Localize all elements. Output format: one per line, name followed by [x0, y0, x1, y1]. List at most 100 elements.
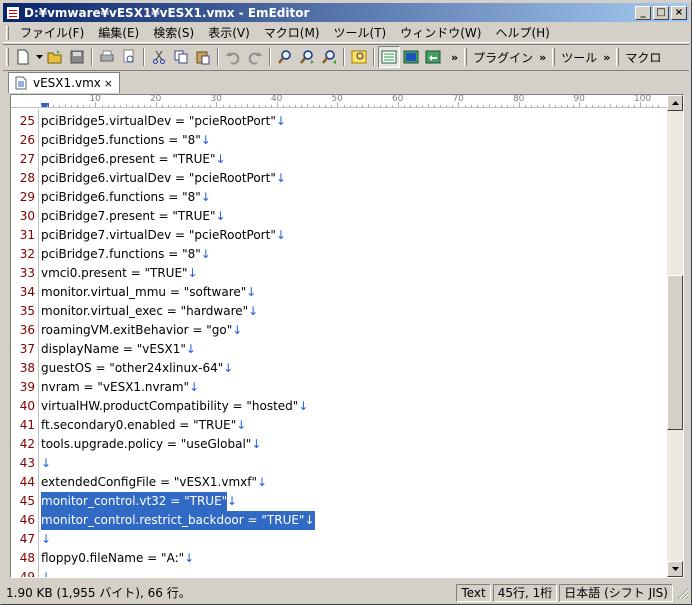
line-text[interactable]: pciBridge7.present = "TRUE"↓ [41, 207, 226, 226]
menu-view[interactable]: 表示(V) [201, 24, 257, 41]
minimize-button[interactable]: _ [635, 5, 651, 20]
editor-line[interactable]: 32 pciBridge7.functions = "8"↓ [11, 245, 667, 264]
editor-line[interactable]: 25 pciBridge5.virtualDev = "pcieRootPort"… [11, 112, 667, 131]
tab-vesx1-vmx[interactable]: vESX1.vmx × [8, 72, 120, 93]
editor-line[interactable]: 29 pciBridge6.functions = "8"↓ [11, 188, 667, 207]
editor-line[interactable]: 43 ↓ [11, 454, 667, 473]
save-icon[interactable] [66, 46, 88, 68]
editor-line[interactable]: 48 floppy0.fileName = "A:"↓ [11, 549, 667, 568]
plugins-overflow-chevron[interactable]: » [536, 51, 549, 64]
status-position[interactable]: 45行, 1桁 [492, 583, 558, 602]
plugins-toolbar-label[interactable]: プラグイン [470, 49, 536, 66]
macro-toolbar-label[interactable]: マクロ [622, 49, 664, 66]
view-icon-2[interactable] [400, 46, 422, 68]
line-text[interactable]: tools.upgrade.policy = "useGlobal"↓ [41, 435, 261, 454]
maximize-button[interactable]: □ [653, 5, 669, 20]
scroll-thumb[interactable] [667, 275, 683, 430]
editor-line[interactable]: 47 ↓ [11, 530, 667, 549]
editor-line[interactable]: 34 monitor.virtual_mmu = "software"↓ [11, 283, 667, 302]
resize-grip-icon[interactable] [675, 586, 689, 600]
line-text[interactable]: pciBridge7.virtualDev = "pcieRootPort"↓ [41, 226, 286, 245]
editor-line[interactable]: 30 pciBridge7.present = "TRUE"↓ [11, 207, 667, 226]
editor-line[interactable]: 45 monitor_control.vt32 = "TRUE" ↓ [11, 492, 667, 511]
editor-line[interactable]: 33 vmci0.present = "TRUE"↓ [11, 264, 667, 283]
line-text[interactable]: pciBridge6.functions = "8"↓ [41, 188, 211, 207]
toolbar-overflow-chevron[interactable]: » [448, 51, 461, 64]
status-mode[interactable]: Text [456, 583, 491, 602]
line-text[interactable]: extendedConfigFile = "vESX1.vmxf"↓ [41, 473, 267, 492]
tools-toolbar-label[interactable]: ツール [558, 49, 600, 66]
editor-line[interactable]: 46 monitor_control.restrict_backdoor = "T… [11, 511, 667, 530]
line-text[interactable]: monitor.virtual_exec = "hardware"↓ [41, 302, 258, 321]
menu-help[interactable]: ヘルプ(H) [488, 24, 556, 41]
editor-line[interactable]: 37 displayName = "vESX1"↓ [11, 340, 667, 359]
line-text[interactable]: roamingVM.exitBehavior = "go"↓ [41, 321, 242, 340]
find-icon[interactable] [274, 46, 296, 68]
line-text[interactable]: floppy0.fileName = "A:"↓ [41, 549, 194, 568]
scroll-up-button[interactable] [667, 95, 683, 111]
title-bar[interactable]: D:¥vmware¥vESX1¥vESX1.vmx - EmEditor _ □… [3, 3, 689, 22]
line-text[interactable]: ft.secondary0.enabled = "TRUE"↓ [41, 416, 246, 435]
editor-line[interactable]: 42 tools.upgrade.policy = "useGlobal"↓ [11, 435, 667, 454]
line-text[interactable]: pciBridge7.functions = "8"↓ [41, 245, 211, 264]
scroll-down-button[interactable] [667, 561, 683, 577]
status-encoding[interactable]: 日本語 (シフト JIS) [559, 583, 673, 602]
menu-window[interactable]: ウィンドウ(W) [393, 24, 488, 41]
view-icon-1[interactable] [378, 46, 400, 68]
menu-file[interactable]: ファイル(F) [13, 24, 91, 41]
editor-line[interactable]: 38 guestOS = "other24xlinux-64"↓ [11, 359, 667, 378]
new-file-icon[interactable] [12, 46, 34, 68]
editor-line[interactable]: 39 nvram = "vESX1.nvram"↓ [11, 378, 667, 397]
highlight-icon[interactable] [348, 46, 370, 68]
paste-icon[interactable] [192, 46, 214, 68]
menu-macro[interactable]: マクロ(M) [257, 24, 327, 41]
line-text[interactable]: ↓ [41, 530, 51, 549]
line-text[interactable]: monitor_control.restrict_backdoor = "TRU… [41, 511, 315, 530]
menu-search[interactable]: 検索(S) [146, 24, 201, 41]
tools-grip[interactable] [552, 48, 556, 66]
editor-line[interactable]: 26 pciBridge5.functions = "8"↓ [11, 131, 667, 150]
print-preview-icon[interactable] [118, 46, 140, 68]
line-text[interactable]: pciBridge6.virtualDev = "pcieRootPort"↓ [41, 169, 286, 188]
editor-line[interactable]: 36 roamingVM.exitBehavior = "go"↓ [11, 321, 667, 340]
new-dropdown-icon[interactable] [34, 46, 44, 68]
text-editor[interactable]: 10 20 30 40 50 60 70 80 90 100 25 pciBridge5.virtu… [10, 94, 684, 578]
menu-edit[interactable]: 編集(E) [91, 24, 146, 41]
line-text[interactable]: pciBridge5.virtualDev = "pcieRootPort"↓ [41, 112, 286, 131]
line-text[interactable]: ↓ [41, 454, 51, 473]
line-text[interactable]: virtualHW.productCompatibility = "hosted… [41, 397, 308, 416]
editor-line[interactable]: 40 virtualHW.productCompatibility = "host… [11, 397, 667, 416]
line-text[interactable]: guestOS = "other24xlinux-64"↓ [41, 359, 233, 378]
find-prev-icon[interactable] [318, 46, 340, 68]
line-text[interactable]: monitor.virtual_mmu = "software"↓ [41, 283, 256, 302]
toolbar-grip[interactable] [6, 48, 9, 66]
copy-icon[interactable] [170, 46, 192, 68]
plugins-grip[interactable] [464, 48, 468, 66]
tab-close-icon[interactable]: × [104, 77, 113, 90]
line-text[interactable]: vmci0.present = "TRUE"↓ [41, 264, 198, 283]
editor-line[interactable]: 31 pciBridge7.virtualDev = "pcieRootPort"… [11, 226, 667, 245]
editor-line[interactable]: 28 pciBridge6.virtualDev = "pcieRootPort"… [11, 169, 667, 188]
text-area[interactable]: 25 pciBridge5.virtualDev = "pcieRootPort"… [11, 112, 667, 577]
tools-overflow-chevron[interactable]: » [600, 51, 613, 64]
menu-tools[interactable]: ツール(T) [327, 24, 394, 41]
column-ruler[interactable]: 10 20 30 40 50 60 70 80 90 100 [11, 95, 667, 108]
line-text[interactable]: displayName = "vESX1"↓ [41, 340, 196, 359]
undo-icon[interactable] [222, 46, 244, 68]
find-next-icon[interactable] [296, 46, 318, 68]
open-icon[interactable] [44, 46, 66, 68]
macro-grip[interactable] [616, 48, 620, 66]
line-text[interactable]: pciBridge6.present = "TRUE"↓ [41, 150, 226, 169]
line-text[interactable]: nvram = "vESX1.nvram"↓ [41, 378, 199, 397]
line-text[interactable]: ↓ [41, 568, 51, 577]
close-button[interactable]: × [671, 5, 687, 20]
vertical-scrollbar[interactable] [667, 95, 683, 577]
view-icon-3[interactable] [422, 46, 444, 68]
editor-line[interactable]: 27 pciBridge6.present = "TRUE"↓ [11, 150, 667, 169]
editor-line[interactable]: 44 extendedConfigFile = "vESX1.vmxf"↓ [11, 473, 667, 492]
line-text[interactable]: monitor_control.vt32 = "TRUE" [41, 492, 228, 511]
redo-icon[interactable] [244, 46, 266, 68]
line-text[interactable]: pciBridge5.functions = "8"↓ [41, 131, 211, 150]
editor-line[interactable]: 35 monitor.virtual_exec = "hardware"↓ [11, 302, 667, 321]
print-icon[interactable] [96, 46, 118, 68]
